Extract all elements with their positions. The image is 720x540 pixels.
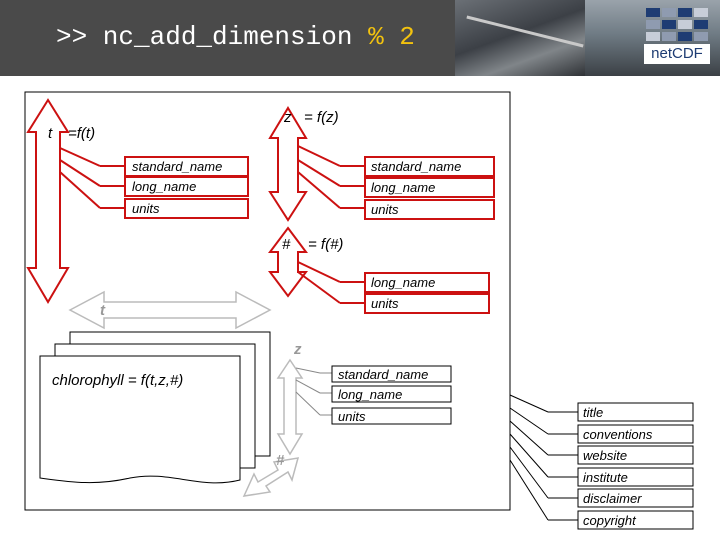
t-attribute-connectors: [59, 147, 125, 209]
global-attr-copyright: copyright: [583, 513, 636, 528]
variable-axis-t-label: t: [100, 302, 105, 319]
z-attr-standard-name: standard_name: [371, 159, 462, 174]
z-dimension-formula: = f(z): [304, 109, 339, 126]
hash-dimension-formula: = f(#): [308, 236, 344, 253]
variable-name: chlorophyll = f(t,z,#): [52, 372, 184, 389]
global-attr-title: title: [583, 405, 604, 420]
global-attr-conventions: conventions: [583, 427, 653, 442]
hash-dimension-label: #: [282, 236, 291, 253]
global-attr-website: website: [583, 448, 628, 463]
hash-attr-units: units: [371, 296, 399, 311]
t-attr-long-name: long_name: [132, 179, 197, 194]
variable-axis-hash-label: #: [276, 452, 285, 469]
t-dimension-label: t: [48, 125, 53, 142]
variable-attr-standard-name: standard_name: [338, 367, 429, 382]
variable-attr-long-name: long_name: [338, 387, 403, 402]
z-attr-long-name: long_name: [371, 180, 436, 195]
variable-axis-z-label: z: [294, 341, 302, 358]
hash-attr-long-name: long_name: [371, 275, 436, 290]
global-attribute-connectors: [509, 394, 578, 521]
t-attr-units: units: [132, 201, 160, 216]
global-attr-disclaimer: disclaimer: [583, 491, 642, 506]
variable-attr-units: units: [338, 409, 366, 424]
t-attr-standard-name: standard_name: [132, 159, 223, 174]
global-attr-institute: institute: [583, 470, 628, 485]
z-dimension-label: z: [284, 109, 292, 126]
variable-attribute-connectors: [295, 367, 332, 416]
hash-attribute-connectors: [297, 261, 365, 304]
z-axis-arrow: [276, 358, 304, 456]
z-attr-units: units: [371, 202, 399, 217]
z-attribute-connectors: [297, 145, 365, 209]
t-dimension-formula: =f(t): [68, 125, 96, 142]
